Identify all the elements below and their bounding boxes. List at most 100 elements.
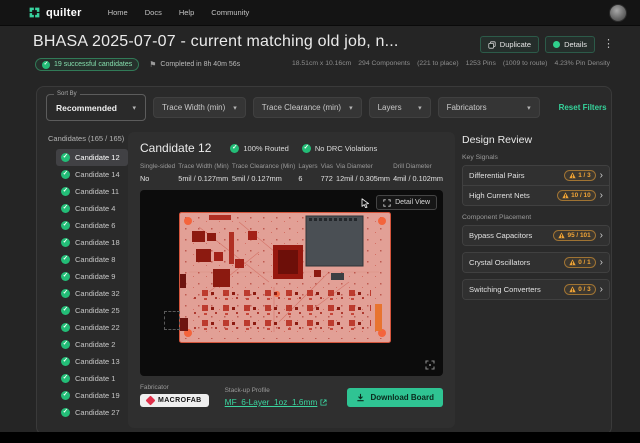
design-review-item[interactable]: Crystal Oscillators0 / 1› [463,253,609,272]
candidate-detail-card: Candidate 12 ✓ 100% Routed ✓ No DRC Viol… [128,132,455,428]
candidate-list-item[interactable]: ✓ Candidate 18 [56,234,128,251]
expand-view-icon[interactable] [425,360,435,370]
chevron-down-icon: ▾ [349,104,353,112]
spec-header: Vias [321,163,333,170]
spec-header: Trace Clearance (Min) [232,163,295,170]
review-card: Crystal Oscillators0 / 1› [462,252,610,273]
candidate-list-item[interactable]: ✓ Candidate 6 [56,217,128,234]
details-label: Details [564,40,587,49]
duplicate-button[interactable]: Duplicate [480,36,539,53]
candidate-list-item[interactable]: ✓Candidate 14 [56,166,128,183]
nav-link-community[interactable]: Community [211,8,249,17]
filter-dropdown-layers[interactable]: Layers▾ [369,97,431,118]
sort-by-label: Sort By [54,91,80,97]
warning-badge: 10 / 10 [557,190,596,201]
check-circle-icon: ✓ [61,238,70,247]
spec-value: 5mil / 0.127mm [232,174,295,183]
design-review-title: Design Review [462,134,610,146]
reset-filters-link[interactable]: Reset Filters [559,103,607,112]
detail-view-button[interactable]: Detail View [376,195,437,210]
nav-link-docs[interactable]: Docs [145,8,162,17]
quilter-logo[interactable]: quilter [28,6,82,19]
candidate-label: Candidate 4 [75,204,115,213]
candidate-list-item[interactable]: ✓Candidate 13 [56,353,128,370]
card-footer: Fabricator MACROFAB Stack-up Profile MF_… [140,384,443,407]
warning-count: 95 / 101 [568,232,591,239]
offboard-component-outline [164,311,180,330]
duplicate-label: Duplicate [500,40,531,49]
candidate-list-item[interactable]: ✓ Candidate 11 [56,183,128,200]
board-stat: 4.23% Pin Density [554,60,610,67]
candidate-list-item[interactable]: ✓Candidate 19 [56,387,128,404]
chevron-down-icon: ▾ [132,104,136,112]
spec-header: Trace Width (Min) [178,163,229,170]
spec-table: Single-sidedNoTrace Width (Min)5mil / 0.… [140,163,443,183]
candidate-list-item[interactable]: ✓Candidate 2 [56,336,128,353]
design-review-item[interactable]: Bypass Capacitors95 / 101› [463,226,609,245]
kebab-menu-icon[interactable]: ⋮ [603,39,614,50]
candidate-list-item[interactable]: ✓Candidate 4 [56,200,128,217]
top-navbar: quilter Home Docs Help Community [0,0,640,26]
filter-dropdown-fabricators[interactable]: Fabricators▾ [438,97,540,118]
spec-column: Vias772 [321,163,333,183]
candidate-list-item[interactable]: ✓Candidate 27 [56,404,128,421]
candidate-list-item[interactable]: ✓Candidate 25 [56,302,128,319]
review-group: Bypass Capacitors95 / 101› Crystal Oscill… [462,225,610,300]
completed-label: Completed in 8h 40m 56s [160,61,240,68]
board-stat: (221 to place) [417,60,459,67]
warning-icon [558,232,565,239]
check-circle-icon: ✓ [61,221,70,230]
brand-name: quilter [46,7,82,19]
spec-value: 5mil / 0.127mm [178,174,229,183]
check-circle-icon: ✓ [61,187,70,196]
candidate-list-item[interactable]: ✓Candidate 32 [56,285,128,302]
check-circle-icon: ✓ [61,153,70,162]
fabricator-name: MACROFAB [158,397,202,404]
review-item-name: Crystal Oscillators [469,258,530,267]
candidates-header: Candidates (165 / 165) [46,134,128,143]
warning-count: 1 / 3 [578,172,590,179]
candidate-label: Candidate 11 [75,187,119,196]
fabricator-chip[interactable]: MACROFAB [140,394,209,407]
filter-dropdown-trace-width-min[interactable]: Trace Width (min)▾ [153,97,246,118]
details-button[interactable]: Details [545,36,595,53]
design-review-item[interactable]: Switching Converters0 / 3› [463,280,609,299]
check-circle-icon: ✓ [61,170,70,179]
candidate-label: Candidate 18 [75,238,120,247]
review-item-name: Differential Pairs [469,171,525,180]
candidate-list-item[interactable]: ✓Candidate 9 [56,268,128,285]
candidate-label: Candidate 6 [75,221,115,230]
review-group: Differential Pairs 1 / 3› High Current Net… [462,165,610,206]
filter-label: Trace Clearance (min) [262,103,341,112]
board-canvas[interactable]: Detail View [140,190,443,376]
design-review-item[interactable]: High Current Nets10 / 10› [463,185,609,205]
nav-link-help[interactable]: Help [179,8,194,17]
check-circle-icon: ✓ [61,323,70,332]
warning-badge: 1 / 3 [564,170,596,181]
design-review-item[interactable]: Differential Pairs 1 / 3› [463,166,609,185]
spec-value: 4mil / 0.102mm [393,174,443,183]
nav-links: Home Docs Help Community [108,8,249,17]
cursor-tool-icon[interactable] [361,198,370,208]
warning-badge: 0 / 3 [564,284,596,295]
filter-dropdown-trace-clearance-min[interactable]: Trace Clearance (min) ▾ [253,97,362,118]
check-circle-icon: ✓ [230,144,239,153]
nav-link-home[interactable]: Home [108,8,128,17]
review-item-status: 1 / 3› [564,170,603,181]
candidate-list-item[interactable]: ✓Candidate 12 [56,149,128,166]
download-icon [356,393,365,402]
success-badge-label: 19 successful candidates [54,61,132,68]
check-circle-icon: ✓ [42,61,50,69]
spec-column: Layers6 [298,163,317,183]
stackup-profile-link[interactable]: MF_6-Layer_1oz_1.6mm [225,397,328,407]
candidate-list-item[interactable]: ✓Candidate 8 [56,251,128,268]
check-circle-icon: ✓ [61,272,70,281]
sort-by-dropdown[interactable]: Sort By Recommended ▾ [46,94,146,121]
candidate-list-item[interactable]: ✓Candidate 22 [56,319,128,336]
candidate-list-item[interactable]: ✓Candidate 1 [56,370,128,387]
spec-header: Layers [298,163,317,170]
fabricator-label: Fabricator [140,384,209,391]
user-avatar[interactable] [609,4,627,22]
spec-value: No [140,174,175,183]
download-board-button[interactable]: Download Board [347,388,443,407]
